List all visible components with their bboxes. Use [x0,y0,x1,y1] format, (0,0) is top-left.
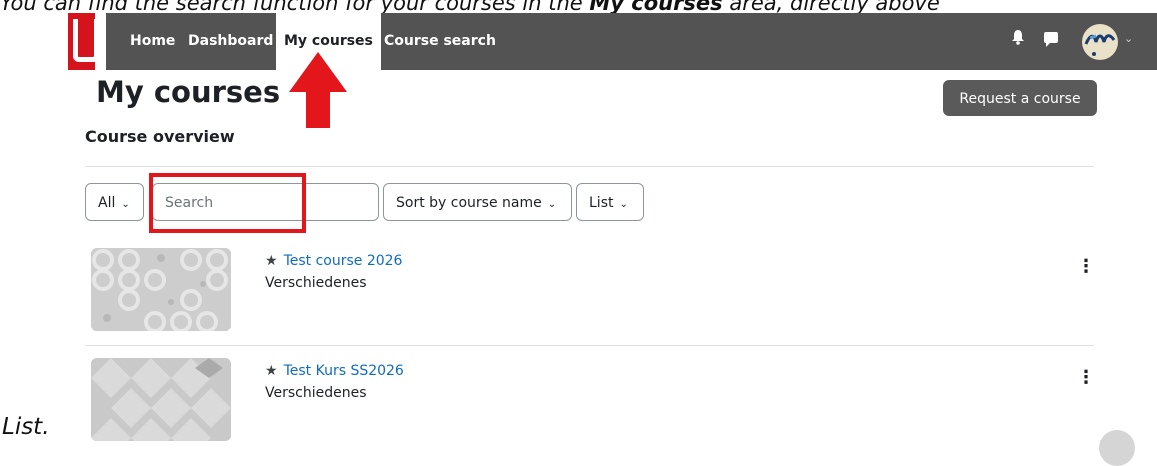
section-title: Course overview [85,127,235,146]
messages-icon[interactable] [1044,32,1058,47]
page-title: My courses [96,75,281,109]
course-category: Verschiedenes [265,385,367,401]
sort-dropdown[interactable]: Sort by course name ⌄ [383,183,572,221]
chevron-down-icon: ⌄ [547,199,557,210]
chevron-down-icon[interactable]: ⌄ [1124,32,1133,45]
bell-icon[interactable] [1011,29,1025,49]
divider [85,166,1094,167]
nav-dashboard[interactable]: Dashboard [180,13,281,70]
course-link[interactable]: ★ Test Kurs SS2026 [265,363,404,379]
annotation-arrow-up [289,52,347,128]
divider [85,345,1094,346]
star-icon[interactable]: ★ [265,363,278,379]
course-link[interactable]: ★ Test course 2026 [265,253,402,269]
kebab-menu-icon[interactable]: ⋮ [1077,369,1095,387]
view-value: List [589,195,614,211]
sort-value: Sort by course name [396,195,542,211]
course-name: Test Kurs SS2026 [283,363,404,379]
course-name: Test course 2026 [283,253,403,269]
chevron-down-icon: ⌄ [121,199,130,210]
view-dropdown[interactable]: List ⌄ [576,183,644,221]
site-logo[interactable] [68,13,106,70]
course-image[interactable] [91,248,231,331]
chevron-down-icon: ⌄ [619,199,628,210]
course-category: Verschiedenes [265,275,367,291]
course-image[interactable] [91,358,231,441]
star-icon[interactable]: ★ [265,253,278,269]
nav-home[interactable]: Home [122,13,183,70]
grouping-value: All [98,195,116,211]
annotation-highlight-box [149,173,306,233]
request-course-button[interactable]: Request a course [943,80,1097,116]
caption-text: List. [2,414,50,440]
scroll-top-button[interactable] [1099,430,1135,466]
kebab-menu-icon[interactable]: ⋮ [1077,258,1095,276]
user-avatar[interactable] [1082,24,1118,60]
grouping-dropdown[interactable]: All ⌄ [85,183,144,221]
nav-course-search[interactable]: Course search [376,13,504,70]
